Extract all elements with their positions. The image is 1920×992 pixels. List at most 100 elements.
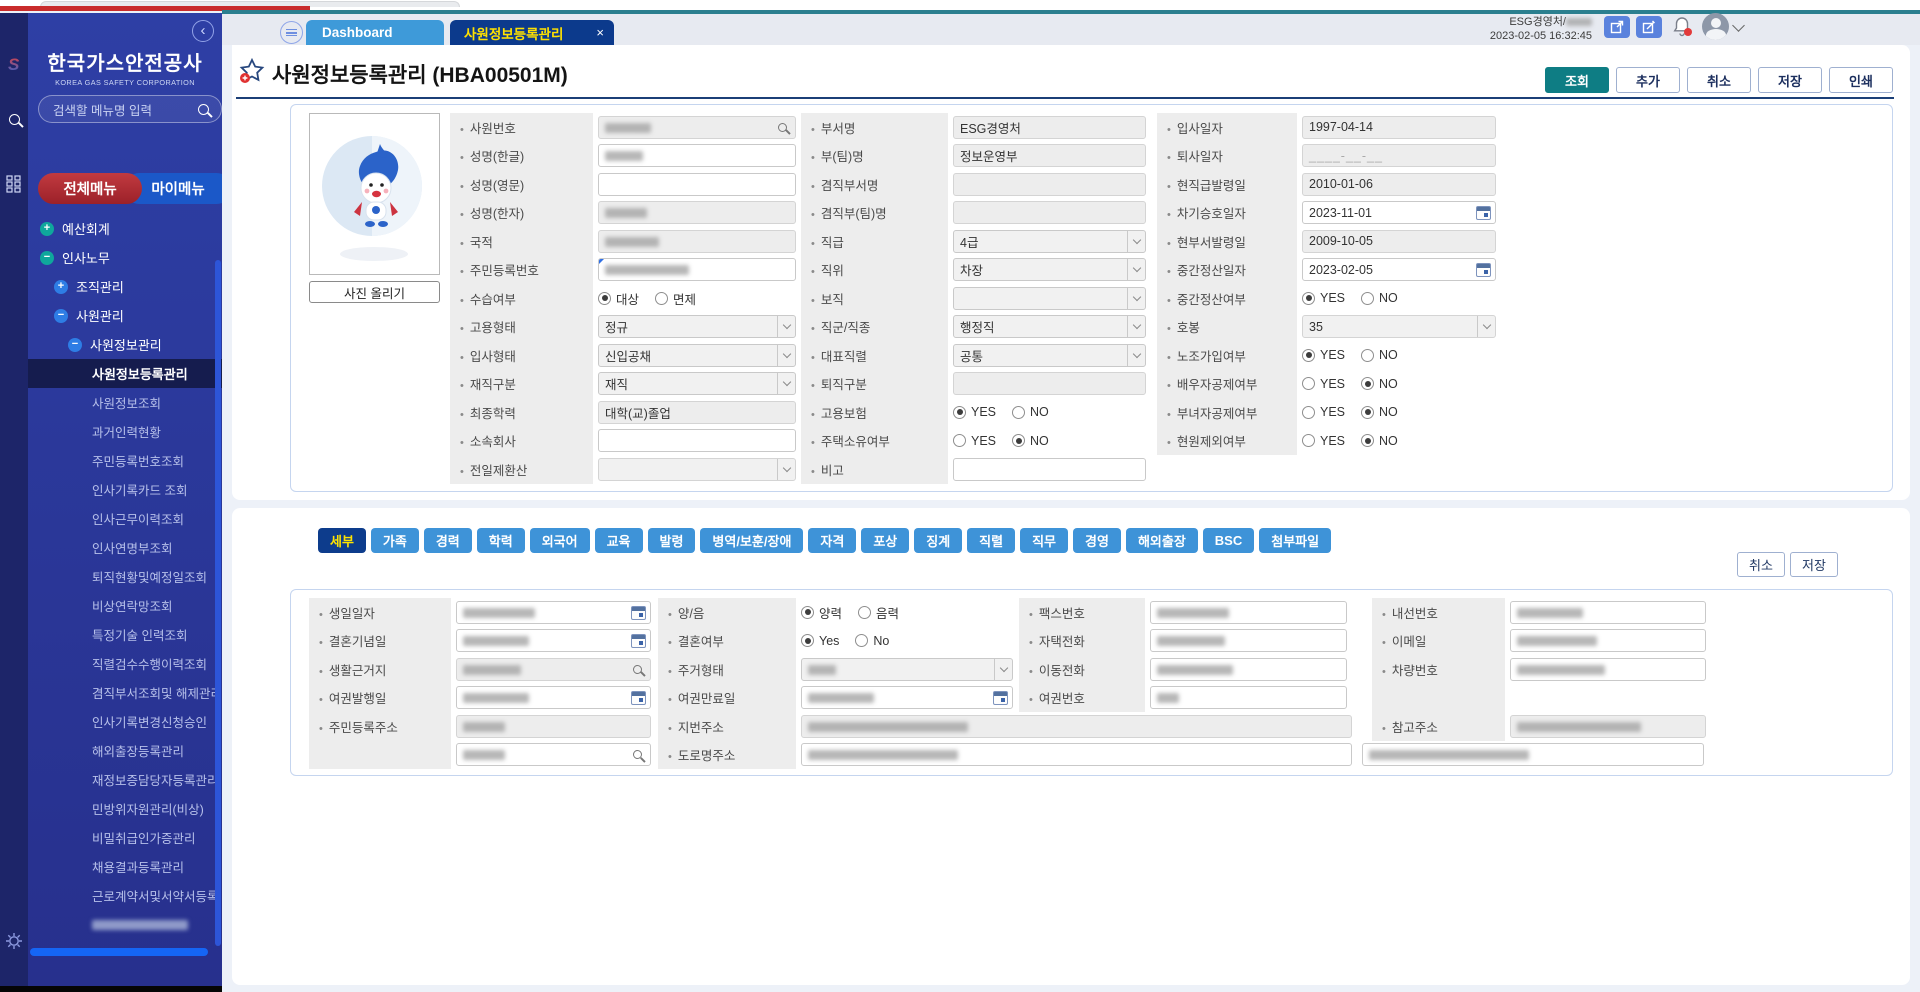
fax-no-input[interactable]: [1150, 601, 1347, 624]
next-step-date-input[interactable]: 2023-11-01: [1302, 201, 1496, 224]
sidebar-item-hr-roster[interactable]: 인사연명부조회: [28, 533, 215, 562]
sidebar-item-financial-guarantee-reg[interactable]: 재정보증담당자등록관리: [28, 765, 215, 794]
married-yn-option-Yes[interactable]: Yes: [801, 634, 839, 648]
calendar-icon[interactable]: [1476, 263, 1491, 277]
detail-tab-외국어[interactable]: 외국어: [530, 528, 590, 553]
rrn-input[interactable]: [598, 258, 796, 281]
search-icon[interactable]: [633, 665, 642, 674]
name-kor-input[interactable]: [598, 144, 796, 167]
female-deduction-yn-option-YES[interactable]: YES: [1302, 405, 1345, 419]
calendar-icon[interactable]: [1476, 206, 1491, 220]
tab-dashboard[interactable]: Dashboard: [306, 20, 444, 45]
calendar-icon[interactable]: [631, 691, 646, 705]
sidebar-item-hr-record-card[interactable]: 인사기록카드 조회: [28, 475, 215, 504]
detail-tab-해외출장[interactable]: 해외출장: [1126, 528, 1198, 553]
sidebar-item-security-clearance-mgmt[interactable]: 비밀취급인가증관리: [28, 823, 215, 852]
sidebar-item-emp-info-reg[interactable]: 사원정보등록관리: [28, 359, 222, 388]
sidebar-item-emp-info-inquiry[interactable]: 사원정보조회: [28, 388, 215, 417]
remarks-input[interactable]: [953, 458, 1146, 481]
detail-tab-자격[interactable]: 자격: [808, 528, 856, 553]
home-phone-input[interactable]: [1150, 629, 1347, 652]
menu-search-input[interactable]: 검색할 메뉴명 입력: [38, 95, 222, 123]
favorite-star-icon[interactable]: [238, 57, 266, 90]
sidebar-item-hr-labor[interactable]: −인사노무: [28, 243, 215, 272]
detail-tab-직렬[interactable]: 직렬: [967, 528, 1015, 553]
sidebar-item-overseas-trip-reg[interactable]: 해외출장등록관리: [28, 736, 215, 765]
calendar-icon[interactable]: [993, 691, 1008, 705]
probation-option-대상[interactable]: 대상: [598, 289, 639, 308]
service-status-select[interactable]: 재직: [598, 372, 796, 395]
addr-extra-input[interactable]: [1362, 743, 1704, 766]
calendar-icon[interactable]: [631, 606, 646, 620]
search-icon[interactable]: [3, 108, 25, 130]
minus-icon[interactable]: −: [68, 338, 82, 352]
interim-settle-yn-option-NO[interactable]: NO: [1361, 291, 1398, 305]
house-ownership-option-YES[interactable]: YES: [953, 434, 996, 448]
sidebar-collapse-button[interactable]: [192, 20, 214, 42]
probation-option-면제[interactable]: 면제: [655, 289, 696, 308]
section-button-취소[interactable]: 취소: [1737, 552, 1785, 577]
spouse-deduction-yn-option-YES[interactable]: YES: [1302, 377, 1345, 391]
ext-no-input[interactable]: [1510, 601, 1706, 624]
toolbar-button-저장[interactable]: 저장: [1758, 67, 1822, 93]
plus-icon[interactable]: +: [40, 222, 54, 236]
minus-icon[interactable]: −: [54, 309, 68, 323]
sidebar-item-hr-record-change-approval[interactable]: 인사기록변경신청승인: [28, 707, 215, 736]
search-icon[interactable]: [633, 750, 642, 759]
sidebar-item-concurrent-dept-release[interactable]: 겸직부서조회및 해제관리: [28, 678, 215, 707]
calendar-type-option-음력[interactable]: 음력: [858, 603, 899, 622]
detail-tab-가족[interactable]: 가족: [371, 528, 419, 553]
sidebar-item-labor-contract-reg[interactable]: 근로계약서및서약서등록관리: [28, 881, 215, 910]
email-input[interactable]: [1510, 629, 1706, 652]
house-ownership-option-NO[interactable]: NO: [1012, 434, 1049, 448]
detail-tab-교육[interactable]: 교육: [595, 528, 643, 553]
toolbar-button-취소[interactable]: 취소: [1687, 67, 1751, 93]
interim-settle-yn-option-YES[interactable]: YES: [1302, 291, 1345, 305]
sidebar-item-emp-mgmt[interactable]: −사원관리: [28, 301, 215, 330]
plus-icon[interactable]: +: [54, 280, 68, 294]
assignment-select[interactable]: [953, 287, 1146, 310]
passport-issue-date-input[interactable]: [456, 686, 651, 709]
detail-tab-학력[interactable]: 학력: [477, 528, 525, 553]
passport-no-input[interactable]: [1150, 686, 1347, 709]
sidebar-item-hr-work-history[interactable]: 인사근무이력조회: [28, 504, 215, 533]
mobile-phone-input[interactable]: [1150, 658, 1347, 681]
female-deduction-yn-option-NO[interactable]: NO: [1361, 405, 1398, 419]
job-series-select[interactable]: 공통: [953, 344, 1146, 367]
sidebar-item-emp-info-mgmt[interactable]: −사원정보관리: [28, 330, 215, 359]
detail-tab-발령[interactable]: 발령: [648, 528, 696, 553]
sidebar-item-retirement-schedule[interactable]: 퇴직현황및예정일조회: [28, 562, 215, 591]
union-member-yn-option-YES[interactable]: YES: [1302, 348, 1345, 362]
sidebar-item-civil-defense-mgmt[interactable]: 민방위자원관리(비상): [28, 794, 215, 823]
married-yn-option-No[interactable]: No: [855, 634, 889, 648]
calendar-type-option-양력[interactable]: 양력: [801, 603, 842, 622]
employment-type-select[interactable]: 정규: [598, 315, 796, 338]
sidebar-horizontal-scrollbar[interactable]: [30, 948, 208, 956]
detail-tab-경력[interactable]: 경력: [424, 528, 472, 553]
detail-tab-병역/보훈/장애[interactable]: 병역/보훈/장애: [700, 528, 803, 553]
menu-hamburger-button[interactable]: [280, 21, 303, 44]
photo-upload-button[interactable]: 사진 올리기: [309, 281, 440, 303]
notifications-button[interactable]: [1672, 15, 1692, 39]
select-caret-icon[interactable]: [777, 345, 795, 366]
detail-tab-경영[interactable]: 경영: [1073, 528, 1121, 553]
apps-grid-icon[interactable]: [3, 173, 25, 195]
tab-emp-info-reg[interactable]: 사원정보등록관리: [450, 20, 614, 45]
headcount-exclude-yn-option-NO[interactable]: NO: [1361, 434, 1398, 448]
sidebar-item-recruit-result-reg[interactable]: 채용결과등록관리: [28, 852, 215, 881]
sidebar-item-clipped-item[interactable]: [28, 910, 215, 939]
detail-tab-첨부파일[interactable]: 첨부파일: [1259, 528, 1331, 553]
minus-icon[interactable]: −: [40, 251, 54, 265]
detail-tab-포상[interactable]: 포상: [861, 528, 909, 553]
gear-icon[interactable]: [3, 930, 25, 952]
headcount-exclude-yn-option-YES[interactable]: YES: [1302, 434, 1345, 448]
name-eng-input[interactable]: [598, 173, 796, 196]
select-caret-icon[interactable]: [1127, 259, 1145, 280]
close-icon[interactable]: [596, 25, 604, 40]
car-no-input[interactable]: [1510, 658, 1706, 681]
birth-date-input[interactable]: [456, 601, 651, 624]
search-icon[interactable]: [778, 123, 787, 132]
interim-settle-date-input[interactable]: 2023-02-05: [1302, 258, 1496, 281]
avatar[interactable]: [1702, 13, 1729, 40]
duplicate-window-button[interactable]: [1636, 16, 1662, 38]
